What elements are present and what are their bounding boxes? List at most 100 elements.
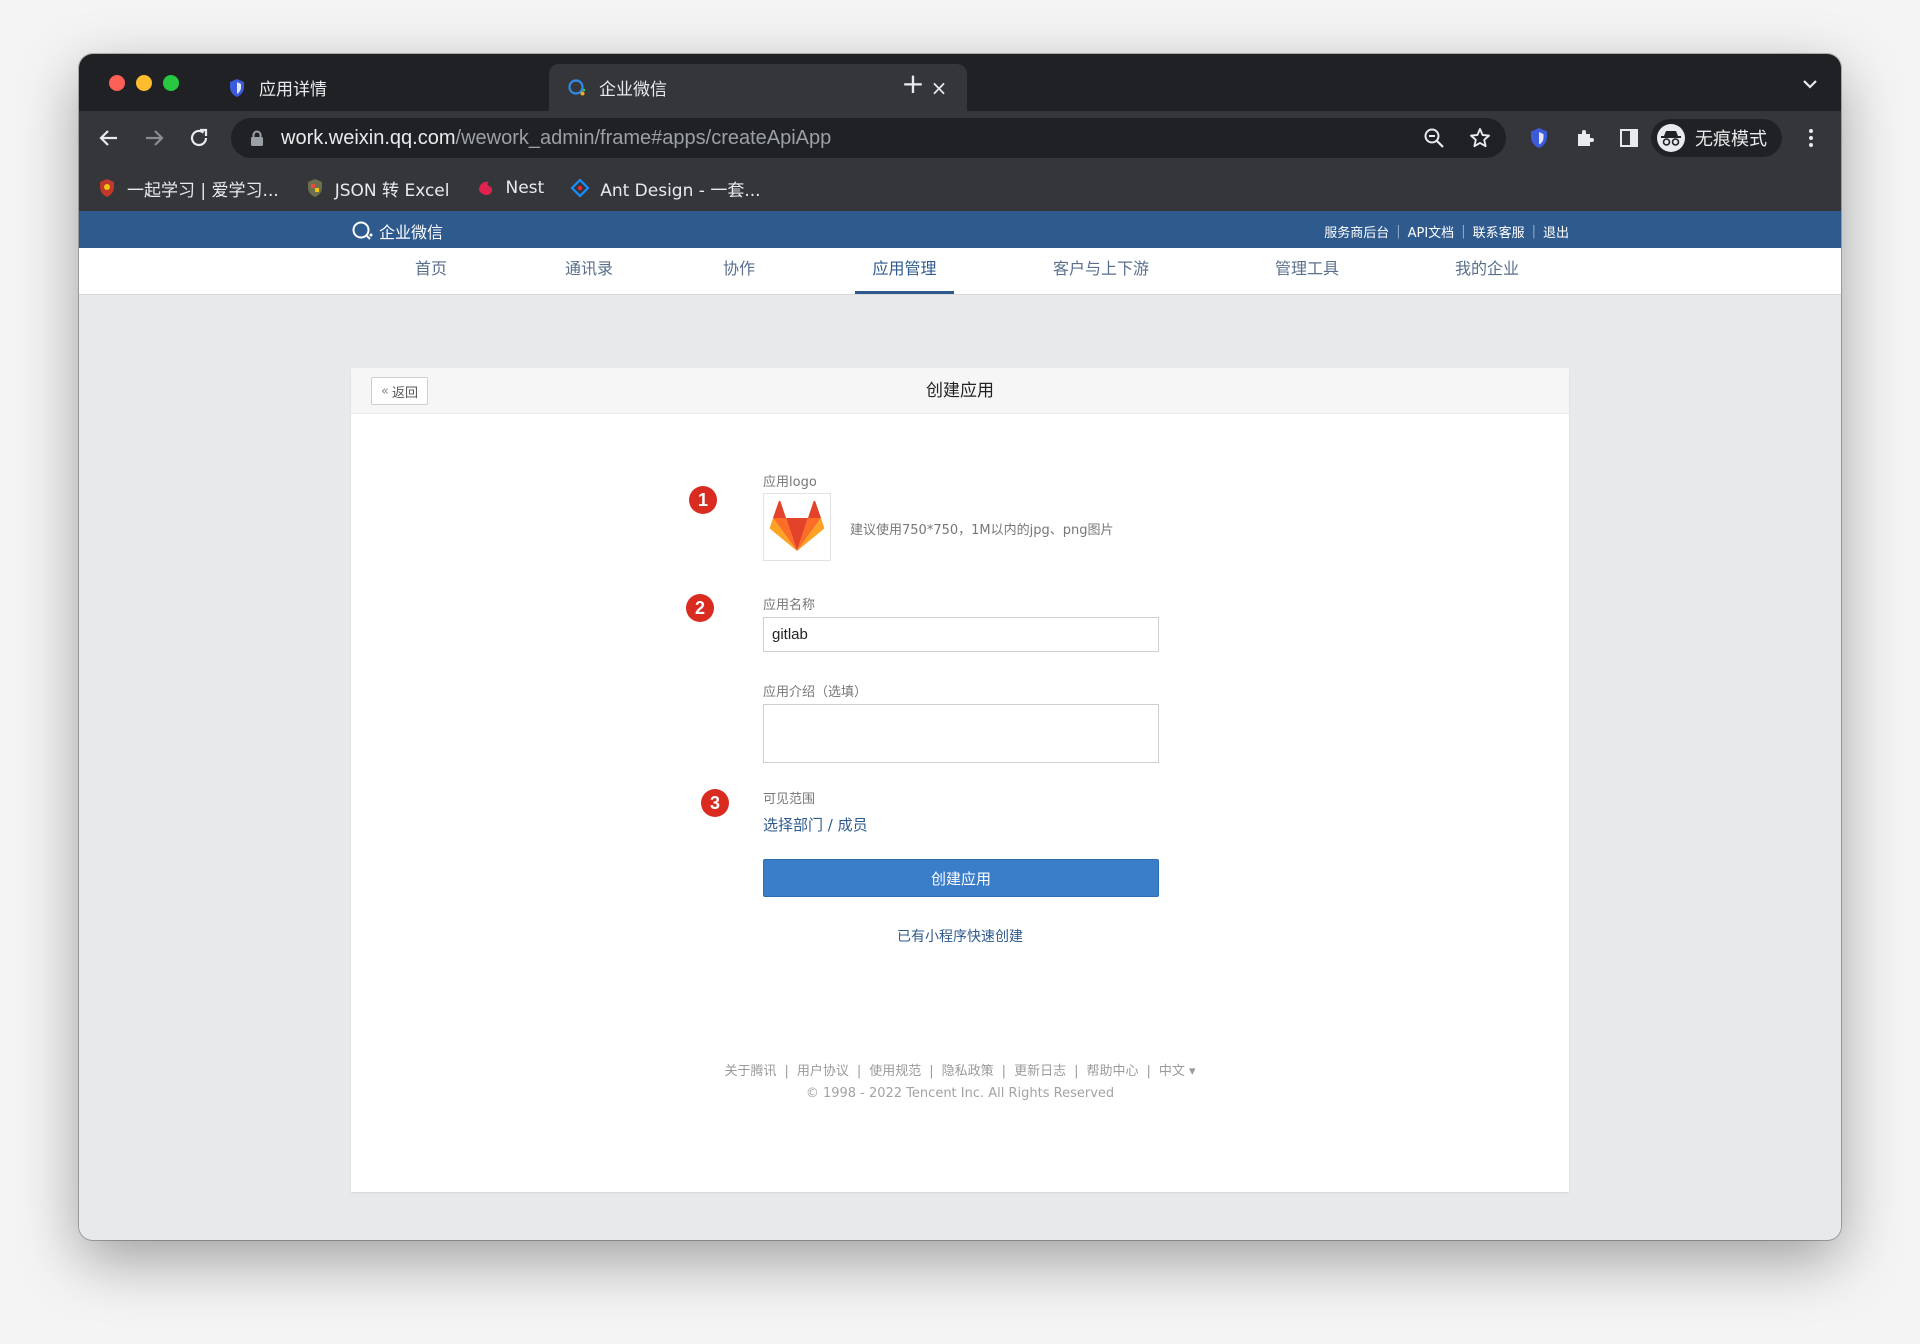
description-label: 应用介绍（选填） [763,685,868,700]
footer-link[interactable]: 更新日志 [1014,1064,1066,1079]
tab-strip: 应用详情 × 企业微信 × + [79,54,1841,111]
double-chevron-left-icon: « [381,383,389,399]
app-logo-upload[interactable] [763,493,831,561]
mini-program-link-text[interactable]: 已有小程序快速创建 [897,929,1023,945]
profile-label: 无痕模式 [1695,129,1767,150]
footer-links: 关于腾讯 | 用户协议 | 使用规范 | 隐私政策 | 更新日志 | 帮助中心 | 中文 ▾ [79,1060,1841,1079]
back-button[interactable]: « 返回 [371,377,428,405]
footer-link[interactable]: 隐私政策 [942,1064,994,1079]
bookmark-item[interactable]: 一起学习 | 爱学习... [97,176,279,201]
shield-icon [227,78,247,98]
bookmark-label: 一起学习 | 爱学习... [127,180,279,201]
logo-label: 应用logo [763,475,817,490]
bookmarks-bar: 一起学习 | 爱学习... JSON 转 Excel Nest Ant Desi… [79,165,1841,211]
visibility-label: 可见范围 [763,792,816,807]
nav-collaboration[interactable]: 协作 [709,248,769,294]
wecom-top-bar: 企业微信 服务商后台 | API文档 | 联系客服 | 退出 [79,211,1841,248]
copyright: © 1998 - 2022 Tencent Inc. All Rights Re… [805,1086,1115,1101]
separator: | [856,1064,862,1079]
browser-window: 应用详情 × 企业微信 × + work.weix [79,54,1841,1240]
more-menu-icon[interactable] [1797,124,1825,152]
bookmark-label: JSON 转 Excel [334,180,450,201]
app-description-input[interactable] [763,704,1159,763]
back-label: 返回 [391,385,418,401]
separator: | [1074,1064,1079,1079]
footer-link[interactable]: 使用规范 [869,1064,921,1079]
card-title: 创建应用 [926,381,994,401]
bookmark-label: Ant Design - 一套... [600,180,761,201]
bookmark-star-icon[interactable] [1468,126,1492,154]
separator: | [784,1064,789,1079]
back-arrow-icon[interactable] [95,124,123,152]
tab-title: 企业微信 [599,80,667,100]
nav-contacts[interactable]: 通讯录 [551,248,627,294]
bookmark-label: Nest [505,178,545,198]
main-nav: 首页 通讯录 协作 应用管理 客户与上下游 管理工具 我的企业 [79,248,1841,295]
separator: | [1531,224,1536,239]
footer-link[interactable]: 关于腾讯 [724,1064,776,1079]
maximize-window-button[interactable] [163,75,179,91]
separator: | [1461,224,1466,239]
separator: | [1396,224,1401,239]
nest-icon [476,178,496,198]
incognito-icon [1657,124,1685,152]
card-header: 创建应用 « 返回 [351,368,1569,414]
url-path: /wework_admin/frame#apps/createApiApp [455,126,832,149]
bookmark-item[interactable]: Ant Design - 一套... [570,176,761,201]
tab-search-chevron-icon[interactable] [1801,76,1819,90]
language-selector[interactable]: 中文 ▾ [1159,1064,1196,1079]
close-window-button[interactable] [109,75,125,91]
puzzle-extensions-icon[interactable] [1571,124,1599,152]
name-label: 应用名称 [763,598,816,613]
separator: | [1001,1064,1007,1079]
create-app-button[interactable]: 创建应用 [763,859,1159,897]
nav-customers[interactable]: 客户与上下游 [1038,248,1164,294]
tab-title: 应用详情 [259,80,327,100]
lock-icon [249,129,265,147]
link-contact-support[interactable]: 联系客服 [1473,222,1525,241]
bookmark-item[interactable]: Nest [476,178,545,198]
close-tab-icon[interactable]: × [929,76,949,100]
footer-link[interactable]: 用户协议 [797,1064,849,1079]
annotation-marker-2: 2 [686,594,714,622]
mini-program-link: 已有小程序快速创建 [351,926,1569,946]
web-page: 企业微信 服务商后台 | API文档 | 联系客服 | 退出 首页 通讯录 协作… [79,211,1841,1240]
link-provider-backend[interactable]: 服务商后台 [1324,222,1389,241]
ant-design-icon [570,178,590,198]
url-host: work.weixin.qq.com [281,126,456,149]
link-logout[interactable]: 退出 [1543,222,1569,241]
app-name-input[interactable]: gitlab [763,617,1159,652]
nav-app-management[interactable]: 应用管理 [855,248,954,294]
incognito-profile-button[interactable]: 无痕模式 [1651,119,1782,157]
minimize-window-button[interactable] [136,75,152,91]
top-links: 服务商后台 | API文档 | 联系客服 | 退出 [1324,222,1569,241]
nav-home[interactable]: 首页 [401,248,461,294]
side-panel-icon[interactable] [1615,124,1643,152]
wecom-icon [567,78,587,98]
url-text: work.weixin.qq.com/wework_admin/frame#ap… [281,127,831,150]
reload-icon[interactable] [185,124,213,152]
browser-toolbar: work.weixin.qq.com/wework_admin/frame#ap… [79,111,1841,165]
red-shield-icon [97,178,117,198]
select-members-link[interactable]: 选择部门 / 成员 [763,814,868,835]
footer-link[interactable]: 帮助中心 [1086,1064,1138,1079]
zoom-icon[interactable] [1422,126,1446,154]
brand-name: 企业微信 [379,223,444,242]
forward-arrow-icon[interactable] [140,124,168,152]
nav-admin-tools[interactable]: 管理工具 [1259,248,1355,294]
link-api-docs[interactable]: API文档 [1408,222,1455,241]
nav-my-company[interactable]: 我的企业 [1439,248,1535,294]
shield-extension-icon[interactable] [1525,124,1553,152]
bookmark-item[interactable]: JSON 转 Excel [305,176,450,201]
new-tab-button[interactable]: + [901,70,925,98]
gitlab-fox-icon [769,500,825,551]
address-bar[interactable]: work.weixin.qq.com/wework_admin/frame#ap… [231,118,1506,158]
wecom-logo[interactable]: 企业微信 [351,219,443,243]
separator: | [1146,1064,1151,1079]
wecom-brand-icon [352,221,373,240]
annotation-marker-3: 3 [701,789,729,817]
annotation-marker-1: 1 [689,486,717,514]
separator: | [929,1064,934,1079]
logo-hint: 建议使用750*750，1M以内的jpg、png图片 [850,523,1114,538]
omnibox-actions [1422,126,1492,154]
